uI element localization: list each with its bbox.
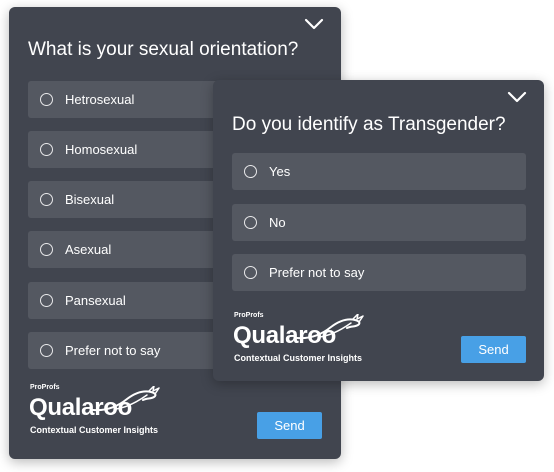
radio-unchecked-icon[interactable]	[40, 294, 53, 307]
radio-unchecked-icon[interactable]	[244, 165, 257, 178]
option-label: Bisexual	[65, 192, 115, 207]
brand-tagline: Contextual Customer Insights	[234, 353, 363, 363]
radio-unchecked-icon[interactable]	[40, 193, 53, 206]
brand-name: Qualaroo	[29, 394, 132, 421]
brand-tagline: Contextual Customer Insights	[30, 425, 159, 435]
survey-card-transgender: Do you identify as Transgender? Yes No P…	[213, 80, 544, 381]
radio-unchecked-icon[interactable]	[244, 266, 257, 279]
radio-unchecked-icon[interactable]	[40, 93, 53, 106]
radio-unchecked-icon[interactable]	[40, 143, 53, 156]
option-label: Prefer not to say	[65, 343, 161, 358]
option-label: Prefer not to say	[269, 265, 365, 280]
option-no[interactable]: No	[232, 204, 526, 241]
option-label: Yes	[269, 164, 291, 179]
send-button[interactable]: Send	[461, 336, 526, 363]
option-label: Homosexual	[65, 142, 138, 157]
radio-unchecked-icon[interactable]	[244, 216, 257, 229]
option-label: Pansexual	[65, 293, 126, 308]
option-yes[interactable]: Yes	[232, 153, 526, 190]
option-prefer-not-to-say[interactable]: Prefer not to say	[232, 254, 526, 291]
send-button[interactable]: Send	[257, 412, 322, 439]
option-label: No	[269, 215, 286, 230]
option-label: Hetrosexual	[65, 92, 135, 107]
radio-unchecked-icon[interactable]	[40, 243, 53, 256]
question-title: Do you identify as Transgender?	[232, 114, 506, 135]
brand-name: Qualaroo	[233, 322, 336, 349]
chevron-down-icon[interactable]	[303, 17, 325, 31]
question-title: What is your sexual orientation?	[28, 39, 299, 60]
option-label: Asexual	[65, 242, 112, 257]
chevron-down-icon[interactable]	[506, 90, 528, 104]
radio-unchecked-icon[interactable]	[40, 344, 53, 357]
brand-sup: ProProfs	[30, 384, 60, 391]
brand-sup: ProProfs	[234, 312, 264, 319]
